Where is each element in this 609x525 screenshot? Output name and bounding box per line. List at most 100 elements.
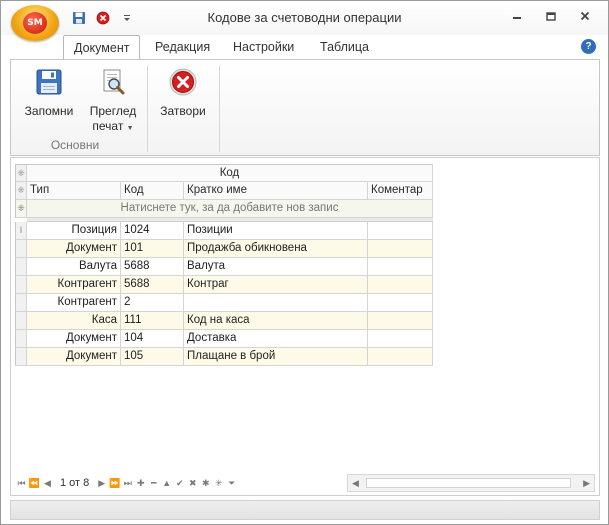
new-record-row[interactable]: ⁜ Натиснете тук, за да добавите нов запи… — [15, 200, 433, 218]
cell-code[interactable]: 101 — [121, 240, 184, 258]
cell-short-name[interactable]: Продажба обикновена — [184, 240, 368, 258]
close-window-button[interactable] — [568, 5, 602, 27]
cell-short-name[interactable]: Контраг — [184, 276, 368, 294]
restore-icon — [546, 12, 556, 21]
minimize-button[interactable] — [500, 5, 534, 27]
new-record-prompt[interactable]: Натиснете тук, за да добавите нов запис — [27, 200, 433, 218]
ribbon-separator — [219, 66, 220, 152]
record-position: 1 от 8 — [60, 477, 90, 489]
qat-customize-icon[interactable] — [119, 10, 135, 26]
cell-code[interactable]: 5688 — [121, 276, 184, 294]
cell-comment[interactable] — [368, 330, 433, 348]
scrollbar-thumb[interactable] — [366, 478, 571, 488]
cell-type[interactable]: Документ — [27, 240, 121, 258]
cell-type[interactable]: Документ — [27, 348, 121, 366]
print-preview-icon — [97, 66, 129, 98]
cell-code[interactable]: 105 — [121, 348, 184, 366]
cell-type[interactable]: Контрагент — [27, 276, 121, 294]
table-row[interactable]: Каса 111 Код на каса — [15, 312, 433, 330]
tab-document[interactable]: Документ — [63, 35, 141, 60]
filter-record-icon[interactable]: ✱ — [199, 478, 212, 489]
print-preview-label-1: Преглед — [89, 104, 137, 118]
cell-comment[interactable] — [368, 294, 433, 312]
column-header-short-name[interactable]: Кратко име — [184, 182, 368, 200]
row-indicator — [15, 330, 27, 348]
cell-code[interactable]: 1024 — [121, 222, 184, 240]
cell-short-name[interactable]: Код на каса — [184, 312, 368, 330]
tab-edit[interactable]: Редакция — [145, 35, 220, 59]
cell-comment[interactable] — [368, 312, 433, 330]
remove-record-icon[interactable]: ━ — [147, 478, 160, 489]
print-preview-button[interactable]: Преглед печат ▼ — [85, 66, 141, 136]
scroll-left-icon[interactable]: ◀ — [352, 478, 359, 489]
qat-save-icon[interactable] — [71, 10, 87, 26]
table-row[interactable]: Контрагент 2 — [15, 294, 433, 312]
help-icon[interactable]: ? — [581, 39, 596, 54]
band-header-code[interactable]: Код — [27, 164, 433, 182]
ribbon-group-label: Основни — [50, 138, 100, 152]
cell-comment[interactable] — [368, 258, 433, 276]
restore-button[interactable] — [534, 5, 568, 27]
cell-type[interactable]: Позиция — [27, 222, 121, 240]
cell-type[interactable]: Каса — [27, 312, 121, 330]
cell-type[interactable]: Документ — [27, 330, 121, 348]
dropdown-arrow-icon: ▼ — [126, 125, 134, 132]
app-logo-button[interactable]: SM — [11, 5, 59, 41]
table-row[interactable]: Контрагент 5688 Контраг — [15, 276, 433, 294]
column-header-type[interactable]: Тип — [27, 182, 121, 200]
tab-settings[interactable]: Настройки — [223, 35, 304, 59]
table-row[interactable]: I Позиция 1024 Позиции — [15, 222, 433, 240]
app-logo-text: SM — [23, 12, 47, 34]
cell-code[interactable]: 2 — [121, 294, 184, 312]
row-indicator — [15, 258, 27, 276]
last-page-icon[interactable]: ⏭ — [121, 478, 134, 489]
window-controls — [500, 5, 602, 27]
next-page-icon[interactable]: ⏩ — [108, 478, 121, 489]
first-page-icon[interactable]: ⏮ — [15, 478, 28, 489]
cell-comment[interactable] — [368, 276, 433, 294]
ribbon-panel: Запомни Преглед печат ▼ Затвори Основни — [10, 59, 600, 156]
title-bar: SM Кодове за счетоводни операции — [1, 1, 608, 41]
next-record-icon[interactable]: ▶ — [95, 478, 108, 489]
window-title: Кодове за счетоводни операции — [207, 10, 402, 25]
scroll-right-icon[interactable]: ▶ — [583, 478, 590, 489]
edit-record-icon[interactable]: ▲ — [160, 478, 173, 488]
cell-code[interactable]: 5688 — [121, 258, 184, 276]
table-row[interactable]: Документ 104 Доставка — [15, 330, 433, 348]
table-row[interactable]: Документ 105 Плащане в брой — [15, 348, 433, 366]
cell-short-name[interactable]: Доставка — [184, 330, 368, 348]
close-button[interactable]: Затвори — [155, 66, 211, 119]
tab-table[interactable]: Таблица — [310, 35, 379, 59]
cell-code[interactable]: 104 — [121, 330, 184, 348]
previous-record-icon[interactable]: ◀ — [41, 478, 54, 489]
column-header-code[interactable]: Код — [121, 182, 184, 200]
previous-page-icon[interactable]: ⏪ — [28, 478, 41, 489]
row-indicator: I — [15, 222, 27, 240]
cell-short-name[interactable]: Позиции — [184, 222, 368, 240]
append-record-icon[interactable]: ✚ — [134, 478, 147, 489]
row-indicator — [15, 294, 27, 312]
header-indicator: ⁜ — [15, 182, 27, 200]
end-edit-icon[interactable]: ✔ — [173, 478, 186, 489]
close-icon — [580, 11, 590, 21]
main-window: SM Кодове за счетоводни операции Докумен… — [0, 0, 609, 525]
cell-type[interactable]: Валута — [27, 258, 121, 276]
horizontal-scrollbar[interactable]: ◀ ▶ — [347, 474, 595, 492]
cell-comment[interactable] — [368, 348, 433, 366]
cell-code[interactable]: 111 — [121, 312, 184, 330]
funnel-icon[interactable]: ⏷ — [225, 478, 238, 489]
table-row[interactable]: Валута 5688 Валута — [15, 258, 433, 276]
save-button[interactable]: Запомни — [21, 66, 77, 119]
cell-comment[interactable] — [368, 240, 433, 258]
table-row[interactable]: Документ 101 Продажба обикновена — [15, 240, 433, 258]
cell-type[interactable]: Контрагент — [27, 294, 121, 312]
cell-short-name[interactable] — [184, 294, 368, 312]
cell-comment[interactable] — [368, 222, 433, 240]
cell-short-name[interactable]: Плащане в брой — [184, 348, 368, 366]
clear-filter-icon[interactable]: ✳ — [212, 478, 225, 489]
column-header-comment[interactable]: Коментар — [368, 182, 433, 200]
cancel-edit-icon[interactable]: ✖ — [186, 478, 199, 489]
close-label: Затвори — [160, 104, 206, 118]
cell-short-name[interactable]: Валута — [184, 258, 368, 276]
qat-close-icon[interactable] — [95, 10, 111, 26]
